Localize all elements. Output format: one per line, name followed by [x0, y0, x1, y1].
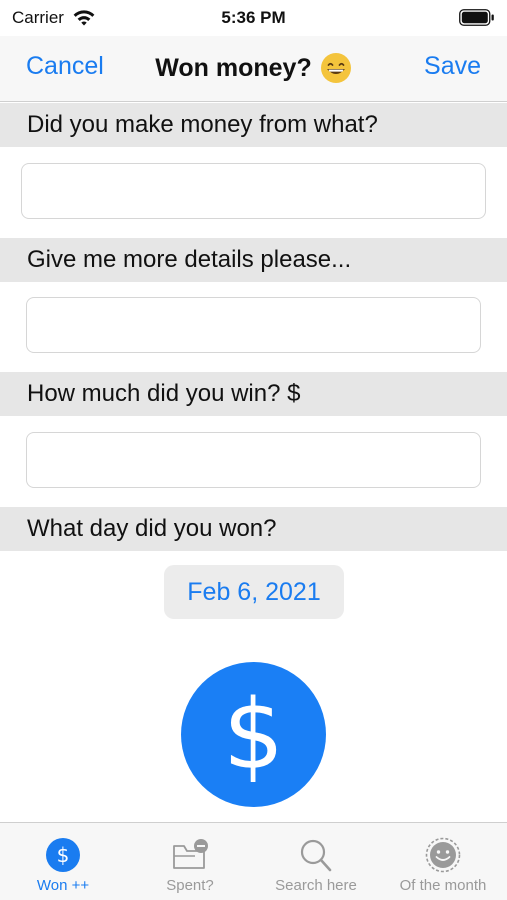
dollar-circle-icon: $	[46, 838, 80, 872]
save-button[interactable]: Save	[424, 52, 481, 81]
tab-month[interactable]: Of the month	[380, 823, 506, 900]
tab-won[interactable]: $ Won ++	[0, 823, 126, 900]
tab-label: Won ++	[36, 877, 90, 894]
tab-spent[interactable]: Spent?	[127, 823, 253, 900]
tab-label: Spent?	[166, 877, 214, 894]
details-input[interactable]	[26, 297, 481, 353]
date-section-header: What day did you won?	[0, 507, 507, 551]
grinning-face-icon	[320, 53, 351, 83]
screen: Carrier 5:36 PM Cancel Won money? Save D…	[0, 0, 507, 900]
smiley-badge-icon	[425, 837, 461, 873]
search-icon	[300, 839, 332, 872]
status-time: 5:36 PM	[221, 8, 286, 27]
tab-label: Search here	[275, 877, 357, 894]
tab-label: Of the month	[399, 877, 487, 894]
page-title: Won money?	[155, 53, 312, 82]
add-income-button[interactable]: $	[181, 662, 326, 807]
details-section-header: Give me more details please...	[0, 238, 507, 282]
dollar-icon: $	[222, 678, 285, 791]
svg-text:$: $	[57, 843, 70, 867]
amount-input[interactable]	[26, 432, 481, 488]
amount-section-header: How much did you win? $	[0, 372, 507, 416]
tab-bar: $ Won ++ Spent? Search here Of the month	[0, 822, 507, 900]
battery-icon	[459, 9, 494, 26]
date-picker-button[interactable]: Feb 6, 2021	[164, 565, 344, 619]
source-input[interactable]	[21, 163, 486, 219]
source-section-header: Did you make money from what?	[0, 103, 507, 147]
navigation-bar: Cancel Won money? Save	[0, 36, 507, 102]
tab-search[interactable]: Search here	[253, 823, 379, 900]
status-bar: Carrier 5:36 PM	[0, 0, 507, 36]
wallet-minus-icon	[173, 839, 208, 869]
